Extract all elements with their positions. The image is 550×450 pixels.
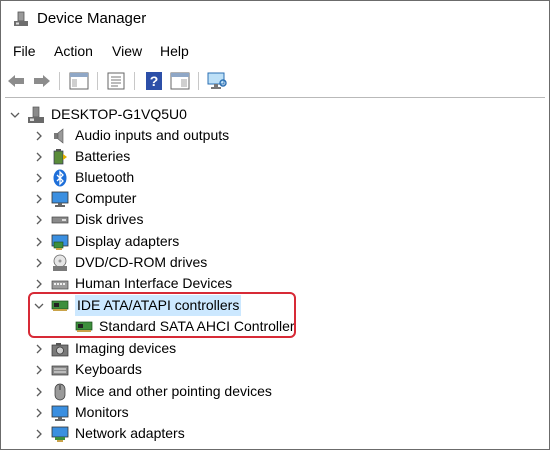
forward-arrow-icon[interactable] — [31, 70, 53, 92]
chevron-right-icon[interactable] — [33, 231, 45, 252]
chevron-right-icon[interactable] — [33, 338, 45, 359]
tree-item-label: Audio inputs and outputs — [75, 127, 230, 143]
tree-item-imaging-devices[interactable]: Imaging devices — [33, 338, 176, 359]
tree-item-label: Disk drives — [75, 211, 144, 227]
tree-item-mice[interactable]: Mice and other pointing devices — [33, 381, 272, 402]
hid-icon — [51, 275, 69, 293]
tree-item-label: Monitors — [75, 404, 129, 420]
tree-item-monitors[interactable]: Monitors — [33, 402, 129, 423]
toolbar-divider — [5, 97, 545, 98]
tree-item-bluetooth[interactable]: Bluetooth — [33, 167, 134, 188]
monitor-scan-icon[interactable] — [206, 70, 228, 92]
tree-item-label: Display adapters — [75, 233, 180, 249]
tree-item-label: Mice and other pointing devices — [75, 383, 272, 399]
tree-item-disk-drives[interactable]: Disk drives — [33, 209, 143, 230]
chevron-right-icon[interactable] — [33, 146, 45, 167]
chevron-down-icon[interactable] — [9, 104, 21, 125]
device-manager-icon — [13, 11, 29, 27]
disk-drive-icon — [51, 211, 69, 229]
help-icon[interactable]: ? — [143, 70, 165, 92]
svg-text:?: ? — [150, 73, 159, 89]
tree-item-audio[interactable]: Audio inputs and outputs — [33, 125, 229, 146]
speaker-icon — [51, 127, 69, 145]
monitor-icon — [51, 404, 69, 422]
properties-icon[interactable] — [105, 70, 127, 92]
show-hide-tree-icon[interactable] — [68, 70, 90, 92]
chevron-right-icon[interactable] — [33, 381, 45, 402]
tree-item-label: DVD/CD-ROM drives — [75, 254, 208, 270]
toolbar: ? — [1, 66, 549, 96]
menu-view[interactable]: View — [112, 43, 142, 59]
title-bar: Device Manager — [1, 1, 549, 39]
view-pane-icon[interactable] — [169, 70, 191, 92]
tree-item-label: Computer — [75, 190, 137, 206]
keyboard-icon — [51, 361, 69, 379]
toolbar-separator — [198, 72, 199, 90]
tree-item-network-adapters[interactable]: Network adapters — [33, 423, 185, 444]
device-manager-window: Device Manager File Action View Help ? D… — [0, 0, 550, 450]
tree-root-label: DESKTOP-G1VQ5U0 — [51, 106, 187, 122]
chevron-right-icon[interactable] — [33, 273, 45, 294]
toolbar-separator — [134, 72, 135, 90]
display-adapter-icon — [51, 233, 69, 251]
mouse-icon — [51, 383, 69, 401]
tree-item-dvd-drives[interactable]: DVD/CD-ROM drives — [33, 252, 207, 273]
toolbar-separator — [97, 72, 98, 90]
tree-item-label: Bluetooth — [75, 169, 135, 185]
camera-icon — [51, 340, 69, 358]
chevron-right-icon[interactable] — [33, 125, 45, 146]
back-arrow-icon[interactable] — [5, 70, 27, 92]
tree-item-label: Batteries — [75, 148, 131, 164]
highlight-annotation — [28, 292, 296, 338]
computer-icon — [27, 106, 45, 124]
tree-item-batteries[interactable]: Batteries — [33, 146, 130, 167]
chevron-right-icon[interactable] — [33, 359, 45, 380]
tree-item-label: Imaging devices — [75, 340, 177, 356]
chevron-right-icon[interactable] — [33, 252, 45, 273]
tree-item-label: Network adapters — [75, 425, 185, 441]
chevron-right-icon[interactable] — [33, 423, 45, 444]
menu-file[interactable]: File — [13, 43, 36, 59]
chevron-right-icon[interactable] — [33, 167, 45, 188]
tree-root[interactable]: DESKTOP-G1VQ5U0 — [9, 104, 187, 125]
tree-item-computer[interactable]: Computer — [33, 188, 136, 209]
tree-item-hid[interactable]: Human Interface Devices — [33, 273, 232, 294]
chevron-right-icon[interactable] — [33, 188, 45, 209]
toolbar-separator — [59, 72, 60, 90]
menu-help[interactable]: Help — [160, 43, 189, 59]
tree-item-display-adapters[interactable]: Display adapters — [33, 231, 179, 252]
battery-icon — [51, 148, 69, 166]
bluetooth-icon — [51, 169, 69, 187]
window-title: Device Manager — [37, 10, 147, 27]
menu-bar: File Action View Help — [1, 41, 549, 63]
network-adapter-icon — [51, 425, 69, 443]
chevron-right-icon[interactable] — [33, 402, 45, 423]
tree-item-label: Keyboards — [75, 361, 142, 377]
tree-item-label: Human Interface Devices — [75, 275, 233, 291]
chevron-right-icon[interactable] — [33, 209, 45, 230]
menu-action[interactable]: Action — [54, 43, 93, 59]
dvd-drive-icon — [51, 254, 69, 272]
tree-item-keyboards[interactable]: Keyboards — [33, 359, 142, 380]
monitor-icon — [51, 190, 69, 208]
